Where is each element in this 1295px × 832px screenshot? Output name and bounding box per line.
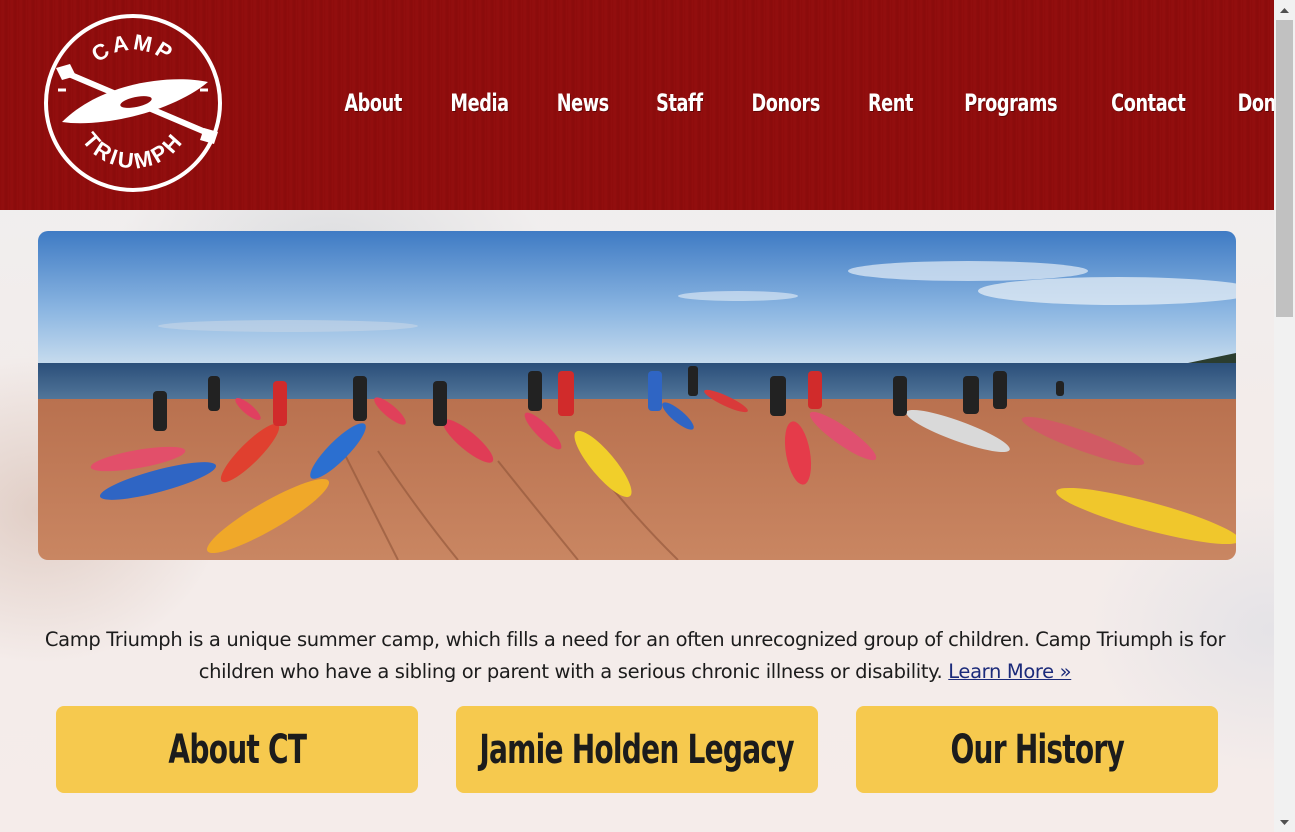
nav-contact[interactable]: Contact xyxy=(1097,82,1201,126)
svg-text:CAMP: CAMP xyxy=(87,29,179,67)
nav-rent[interactable]: Rent xyxy=(853,82,928,126)
nav-staff[interactable]: Staff xyxy=(641,82,717,126)
nav-news[interactable]: News xyxy=(542,82,624,126)
site-header: CAMP TRIUMPH About Media News Staff Dono… xyxy=(0,0,1295,210)
nav-programs[interactable]: Programs xyxy=(949,82,1071,126)
hero-image xyxy=(38,231,1236,560)
main-nav: About Media News Staff Donors Rent Progr… xyxy=(320,82,1295,126)
nav-donors[interactable]: Donors xyxy=(736,82,834,126)
card-about-ct[interactable]: About CT xyxy=(56,706,418,793)
logo-text-bottom: TRIUMPH xyxy=(78,127,186,173)
feature-cards: About CT Jamie Holden Legacy Our History xyxy=(56,706,1218,793)
logo-text-top: CAMP xyxy=(87,29,176,67)
nav-media[interactable]: Media xyxy=(436,82,524,126)
intro-paragraph: Camp Triumph is a unique summer camp, wh… xyxy=(40,624,1230,688)
camp-triumph-logo[interactable]: CAMP TRIUMPH xyxy=(42,12,224,194)
scroll-down-icon[interactable] xyxy=(1274,812,1295,832)
svg-text:TRIUMPH: TRIUMPH xyxy=(78,127,189,173)
kayak-paddle-icon xyxy=(56,64,218,144)
card-jamie-holden-legacy[interactable]: Jamie Holden Legacy xyxy=(456,706,818,793)
card-jamie-holden-legacy-label: Jamie Holden Legacy xyxy=(479,726,795,773)
learn-more-link[interactable]: Learn More » xyxy=(948,660,1071,683)
card-our-history[interactable]: Our History xyxy=(856,706,1218,793)
card-our-history-label: Our History xyxy=(950,726,1124,773)
scroll-up-icon[interactable] xyxy=(1274,0,1295,20)
nav-about[interactable]: About xyxy=(330,82,417,126)
scrollbar-thumb[interactable] xyxy=(1276,20,1293,317)
card-about-ct-label: About CT xyxy=(168,726,307,773)
